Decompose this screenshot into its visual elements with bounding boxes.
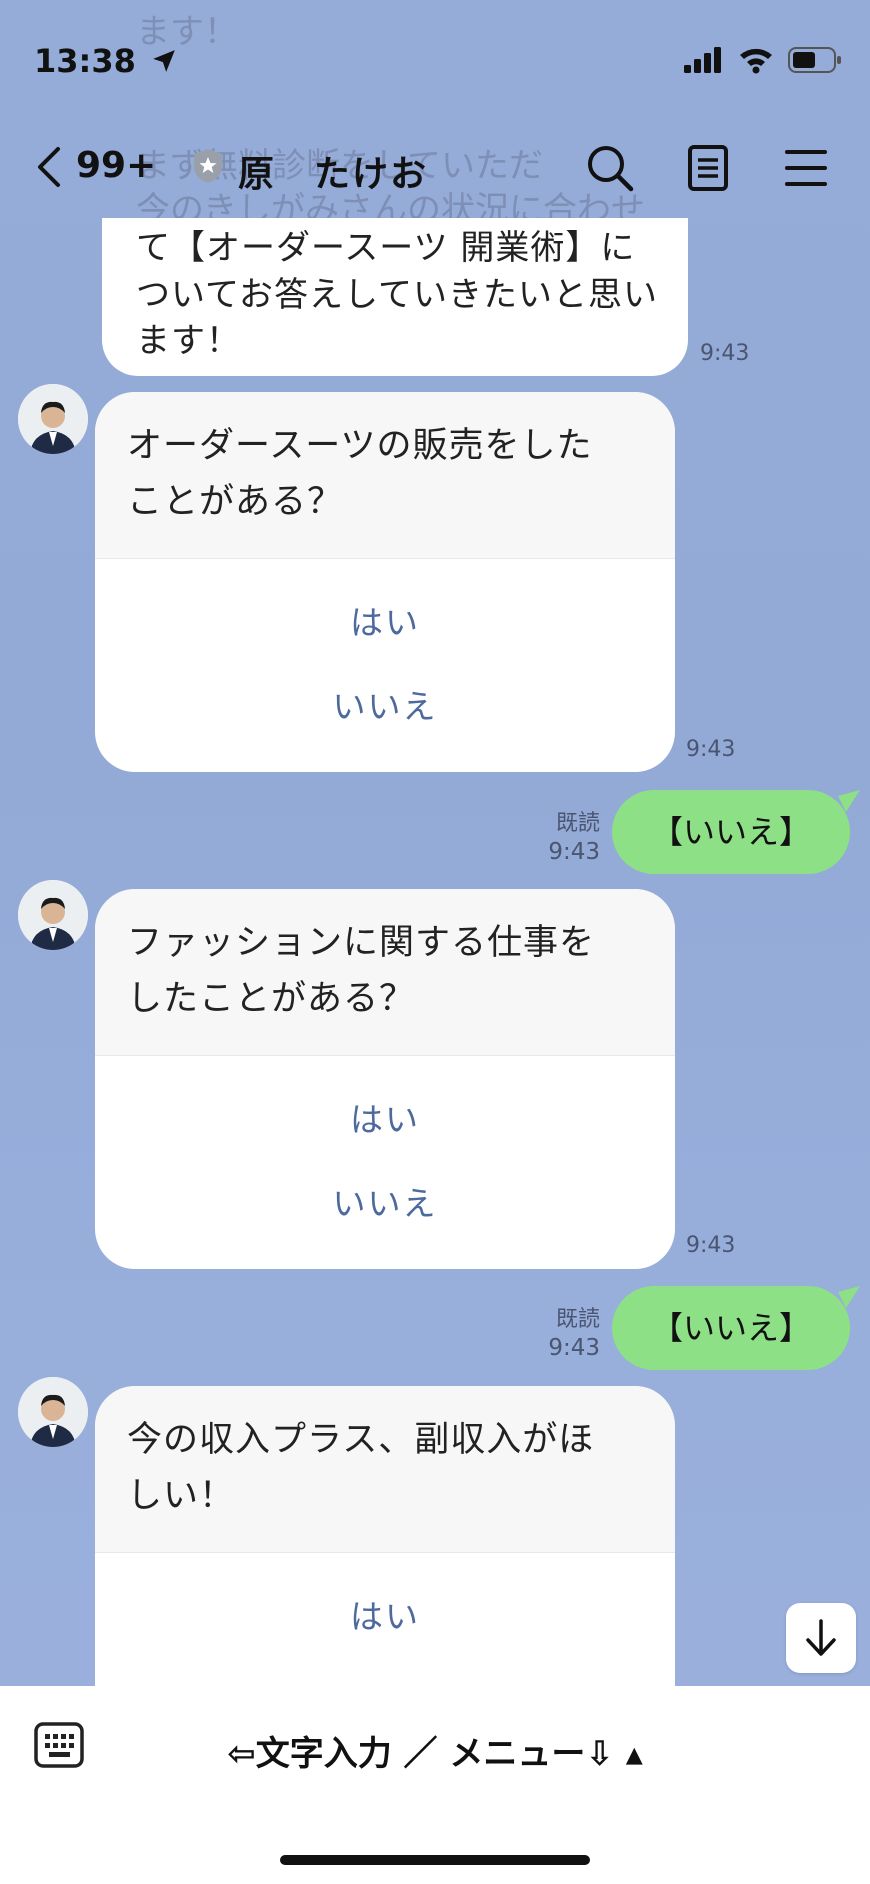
arrow-down-icon xyxy=(806,1619,836,1656)
avatar-person-icon xyxy=(18,384,88,454)
question-card: 今の収入プラス、副収入がほ しい！ はい xyxy=(95,1386,675,1706)
question-card: オーダースーツの販売をした ことがある？ はい いいえ xyxy=(95,392,675,772)
question-line: しい！ xyxy=(127,1476,236,1516)
ghost-text-line: ます！ xyxy=(136,12,238,52)
question-line: 今の収入プラス、副収入がほ xyxy=(127,1420,595,1460)
back-chevron-icon[interactable] xyxy=(34,145,62,189)
question-text: ファッションに関する仕事を したことがある？ xyxy=(95,889,675,1056)
menu-button[interactable] xyxy=(778,140,834,196)
read-label: 既読 xyxy=(555,1307,600,1332)
message-time: 9:43 xyxy=(686,737,736,762)
home-indicator xyxy=(280,1855,590,1865)
notes-icon xyxy=(688,145,728,191)
message-time: 9:43 xyxy=(548,1335,600,1361)
sent-bubble: 【いいえ】 xyxy=(612,1286,850,1370)
status-icons xyxy=(684,46,842,74)
read-receipt: 既読 9:43 xyxy=(530,1306,600,1362)
avatar-person-icon xyxy=(18,1377,88,1447)
battery-icon xyxy=(788,47,841,73)
signal-icon xyxy=(684,47,721,73)
rich-menu-toggle[interactable]: ⇦文字入力 ／ メニュー⇩ ▴ xyxy=(0,1726,870,1775)
message-time: 9:43 xyxy=(700,341,750,366)
sent-text: 【いいえ】 xyxy=(650,1309,811,1347)
message-time: 9:43 xyxy=(548,839,600,865)
message-line: ます！ xyxy=(136,321,241,361)
read-receipt: 既読 9:43 xyxy=(530,810,600,866)
search-button[interactable] xyxy=(582,140,638,196)
option-yes-button[interactable]: はい xyxy=(95,581,675,665)
chat-name: 原 たけお xyxy=(238,154,429,195)
avatar-person-icon xyxy=(18,880,88,950)
avatar[interactable] xyxy=(18,1377,88,1447)
option-yes-button[interactable]: はい xyxy=(95,1575,675,1659)
scroll-to-bottom-button[interactable] xyxy=(786,1603,856,1673)
avatar[interactable] xyxy=(18,384,88,454)
unread-count[interactable]: 99+ xyxy=(76,145,156,186)
option-yes-button[interactable]: はい xyxy=(95,1078,675,1162)
menu-icon xyxy=(785,150,827,186)
message-line: て【オーダースーツ 開業術】に xyxy=(136,228,636,268)
bubble-tail xyxy=(838,790,860,812)
question-card: ファッションに関する仕事を したことがある？ はい いいえ xyxy=(95,889,675,1269)
question-text: 今の収入プラス、副収入がほ しい！ xyxy=(95,1386,675,1553)
message-bubble: て【オーダースーツ 開業術】に ついてお答えしていきたいと思い ます！ xyxy=(102,218,688,376)
sent-bubble: 【いいえ】 xyxy=(612,790,850,874)
option-no-button[interactable]: いいえ xyxy=(95,1162,675,1246)
question-line: ファッションに関する仕事を xyxy=(127,923,596,963)
read-label: 既読 xyxy=(555,811,600,836)
message-time: 9:43 xyxy=(686,1233,736,1258)
avatar[interactable] xyxy=(18,880,88,950)
notes-button[interactable] xyxy=(680,140,736,196)
option-no-button[interactable]: いいえ xyxy=(95,665,675,749)
question-line: オーダースーツの販売をした xyxy=(127,426,593,466)
message-line: ついてお答えしていきたいと思い xyxy=(136,275,658,315)
sent-text: 【いいえ】 xyxy=(650,813,811,851)
wifi-icon xyxy=(740,48,772,74)
question-line: したことがある？ xyxy=(127,979,416,1019)
search-icon xyxy=(588,146,634,192)
question-text: オーダースーツの販売をした ことがある？ xyxy=(95,392,675,559)
verified-badge-icon xyxy=(194,149,222,183)
bubble-tail xyxy=(838,1286,860,1308)
question-line: ことがある？ xyxy=(127,482,344,522)
